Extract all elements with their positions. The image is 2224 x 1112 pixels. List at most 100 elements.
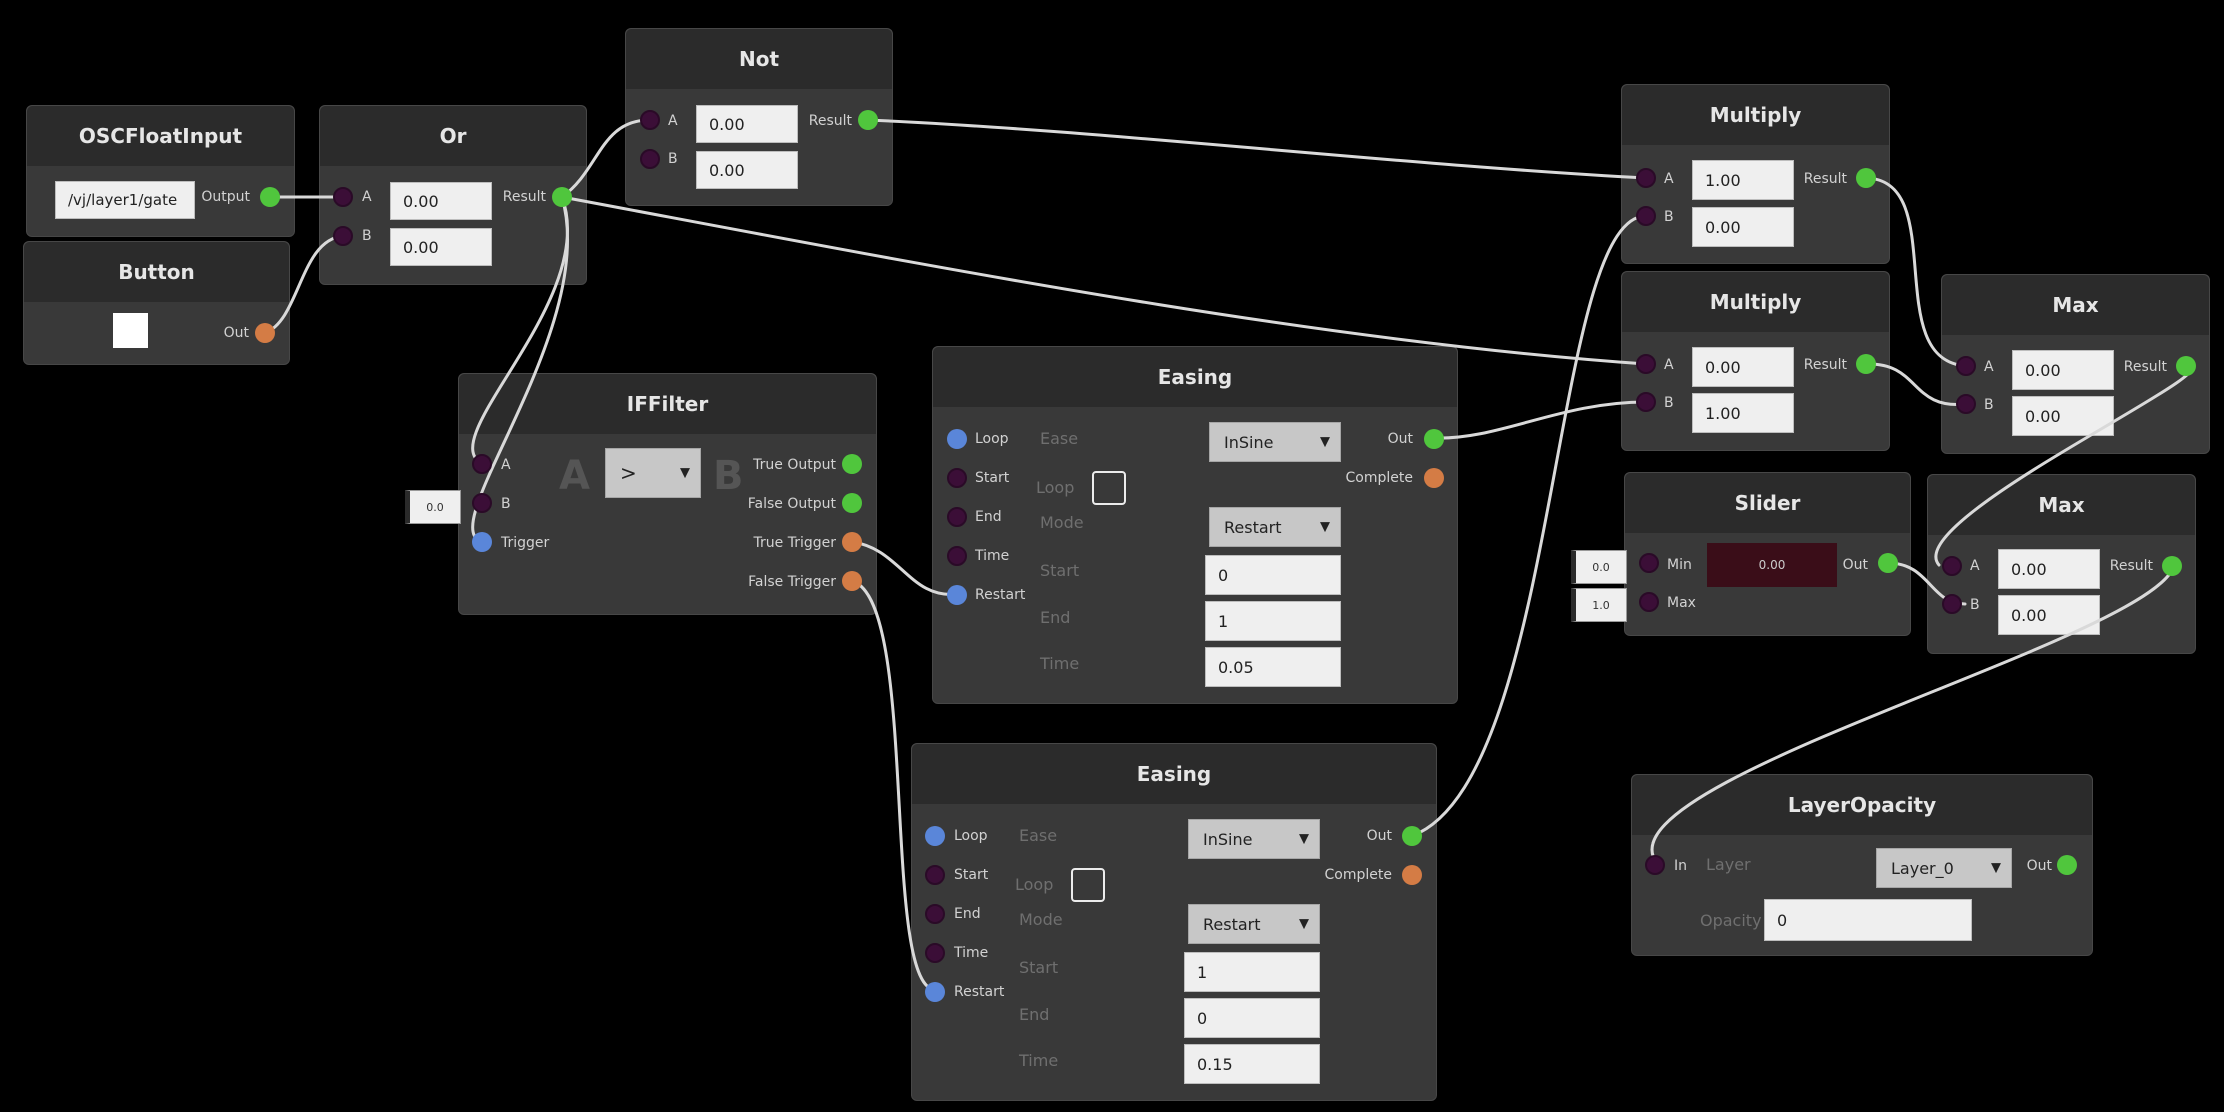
end-field[interactable]: 0 bbox=[1184, 998, 1320, 1038]
opacity-field[interactable]: 0 bbox=[1764, 899, 1972, 941]
easing2-out-port[interactable] bbox=[1402, 826, 1422, 846]
easing1-complete-port[interactable] bbox=[1424, 468, 1444, 488]
false-trigger-label: False Trigger bbox=[748, 574, 836, 590]
max-node-1[interactable]: Max A 0.00 B 0.00 Result bbox=[1941, 274, 2210, 454]
iffilter-true-output-port[interactable] bbox=[842, 454, 862, 474]
trigger-button[interactable] bbox=[113, 313, 148, 348]
time-field[interactable]: 0.05 bbox=[1205, 647, 1341, 687]
iffilter-trigger-port[interactable] bbox=[472, 532, 492, 552]
easing2-start-port[interactable] bbox=[925, 865, 945, 885]
layer-select[interactable]: Layer_0 ▼ bbox=[1876, 848, 2012, 888]
layeropacity-out-port[interactable] bbox=[2057, 855, 2077, 875]
input-a-field[interactable]: 1.00 bbox=[1692, 160, 1794, 200]
easing2-time-port[interactable] bbox=[925, 943, 945, 963]
layeropacity-in-port[interactable] bbox=[1645, 855, 1665, 875]
easing2-restart-port[interactable] bbox=[925, 982, 945, 1002]
easing1-restart-port[interactable] bbox=[947, 585, 967, 605]
button-out-port[interactable] bbox=[255, 323, 275, 343]
max2-input-b-port[interactable] bbox=[1942, 594, 1962, 614]
input-b-field[interactable]: 0.00 bbox=[1692, 207, 1794, 247]
multiply2-input-a-port[interactable] bbox=[1636, 354, 1656, 374]
multiply1-input-b-port[interactable] bbox=[1636, 206, 1656, 226]
ease-select[interactable]: InSine ▼ bbox=[1209, 422, 1341, 462]
mode-select[interactable]: Restart ▼ bbox=[1209, 507, 1341, 547]
max1-input-a-port[interactable] bbox=[1956, 356, 1976, 376]
slider-max-port[interactable] bbox=[1639, 592, 1659, 612]
end-field[interactable]: 1 bbox=[1205, 601, 1341, 641]
input-end-label: End bbox=[954, 906, 981, 922]
easing1-end-port[interactable] bbox=[947, 507, 967, 527]
input-a-field[interactable]: 0.00 bbox=[1998, 549, 2100, 589]
start-field[interactable]: 1 bbox=[1184, 952, 1320, 992]
easing-node-2[interactable]: Easing Loop Start End Time Restart Ease … bbox=[911, 743, 1437, 1101]
multiply2-result-port[interactable] bbox=[1856, 354, 1876, 374]
complete-label: Complete bbox=[1324, 867, 1392, 883]
iffilter-false-trigger-port[interactable] bbox=[842, 571, 862, 591]
easing1-start-port[interactable] bbox=[947, 468, 967, 488]
iffilter-input-b-port[interactable] bbox=[472, 493, 492, 513]
operator-select[interactable]: > ▼ bbox=[605, 448, 701, 498]
multiply-node-1[interactable]: Multiply A 1.00 B 0.00 Result bbox=[1621, 84, 1890, 264]
input-loop-label: Loop bbox=[975, 431, 1009, 447]
time-field[interactable]: 0.15 bbox=[1184, 1044, 1320, 1084]
opacity-label: Opacity bbox=[1700, 911, 1762, 930]
multiply1-input-a-port[interactable] bbox=[1636, 168, 1656, 188]
input-a-field[interactable]: 0.00 bbox=[1692, 347, 1794, 387]
loop-checkbox[interactable] bbox=[1071, 868, 1105, 902]
layer-opacity-node[interactable]: LayerOpacity In Layer Layer_0 ▼ Out Opac… bbox=[1631, 774, 2093, 956]
easing1-out-port[interactable] bbox=[1424, 429, 1444, 449]
multiply1-result-port[interactable] bbox=[1856, 168, 1876, 188]
not-input-b-port[interactable] bbox=[640, 149, 660, 169]
max2-result-port[interactable] bbox=[2162, 556, 2182, 576]
not-input-a-port[interactable] bbox=[640, 110, 660, 130]
iffilter-input-a-port[interactable] bbox=[472, 454, 492, 474]
max-node-2[interactable]: Max A 0.00 B 0.00 Result bbox=[1927, 474, 2196, 654]
input-b-field[interactable]: 0.00 bbox=[696, 151, 798, 189]
chevron-down-icon: ▼ bbox=[1299, 831, 1309, 847]
slider-node[interactable]: Slider Min Max 0.00 Out bbox=[1624, 472, 1911, 636]
osc-output-port[interactable] bbox=[260, 187, 280, 207]
easing1-loop-port[interactable] bbox=[947, 429, 967, 449]
or-input-a-port[interactable] bbox=[333, 187, 353, 207]
iffilter-true-trigger-port[interactable] bbox=[842, 532, 862, 552]
slider-max-value-box[interactable]: 1.0 bbox=[1571, 588, 1627, 622]
iffilter-false-output-port[interactable] bbox=[842, 493, 862, 513]
or-input-b-port[interactable] bbox=[333, 226, 353, 246]
input-b-field[interactable]: 1.00 bbox=[1692, 393, 1794, 433]
multiply-node-2[interactable]: Multiply A 0.00 B 1.00 Result bbox=[1621, 271, 1890, 451]
value-slider[interactable]: 0.00 bbox=[1707, 543, 1837, 587]
easing2-loop-port[interactable] bbox=[925, 826, 945, 846]
osc-address-field[interactable]: /vj/layer1/gate bbox=[55, 181, 195, 219]
start-field[interactable]: 0 bbox=[1205, 555, 1341, 595]
input-a-field[interactable]: 0.00 bbox=[696, 105, 798, 143]
max1-result-port[interactable] bbox=[2176, 356, 2196, 376]
wire-or-to-multiply2-a bbox=[560, 195, 1648, 366]
ease-select[interactable]: InSine ▼ bbox=[1188, 819, 1320, 859]
node-title: Max bbox=[1942, 275, 2209, 335]
slider-min-value-box[interactable]: 0.0 bbox=[1571, 550, 1627, 584]
easing1-time-port[interactable] bbox=[947, 546, 967, 566]
max1-input-b-port[interactable] bbox=[1956, 394, 1976, 414]
or-result-port[interactable] bbox=[552, 187, 572, 207]
input-a-field[interactable]: 0.00 bbox=[2012, 350, 2114, 390]
or-node[interactable]: Or A 0.00 B 0.00 Result bbox=[319, 105, 587, 285]
iffilter-node[interactable]: IFFilter A B Trigger A > ▼ B True Output… bbox=[458, 373, 877, 615]
osc-float-input-node[interactable]: OSCFloatInput /vj/layer1/gate Output bbox=[26, 105, 295, 237]
easing2-end-port[interactable] bbox=[925, 904, 945, 924]
input-b-field[interactable]: 0.00 bbox=[390, 228, 492, 266]
slider-min-port[interactable] bbox=[1639, 553, 1659, 573]
iffilter-b-value-box[interactable]: 0.0 bbox=[405, 490, 461, 524]
max2-input-a-port[interactable] bbox=[1942, 556, 1962, 576]
multiply2-input-b-port[interactable] bbox=[1636, 392, 1656, 412]
mode-select[interactable]: Restart ▼ bbox=[1188, 904, 1320, 944]
input-b-field[interactable]: 0.00 bbox=[1998, 595, 2100, 635]
input-a-field[interactable]: 0.00 bbox=[390, 182, 492, 220]
button-node[interactable]: Button Out bbox=[23, 241, 290, 365]
slider-out-port[interactable] bbox=[1878, 553, 1898, 573]
not-node[interactable]: Not A 0.00 B 0.00 Result bbox=[625, 28, 893, 206]
easing2-complete-port[interactable] bbox=[1402, 865, 1422, 885]
easing-node-1[interactable]: Easing Loop Start End Time Restart Ease … bbox=[932, 346, 1458, 704]
loop-checkbox[interactable] bbox=[1092, 471, 1126, 505]
not-result-port[interactable] bbox=[858, 110, 878, 130]
input-b-field[interactable]: 0.00 bbox=[2012, 396, 2114, 436]
